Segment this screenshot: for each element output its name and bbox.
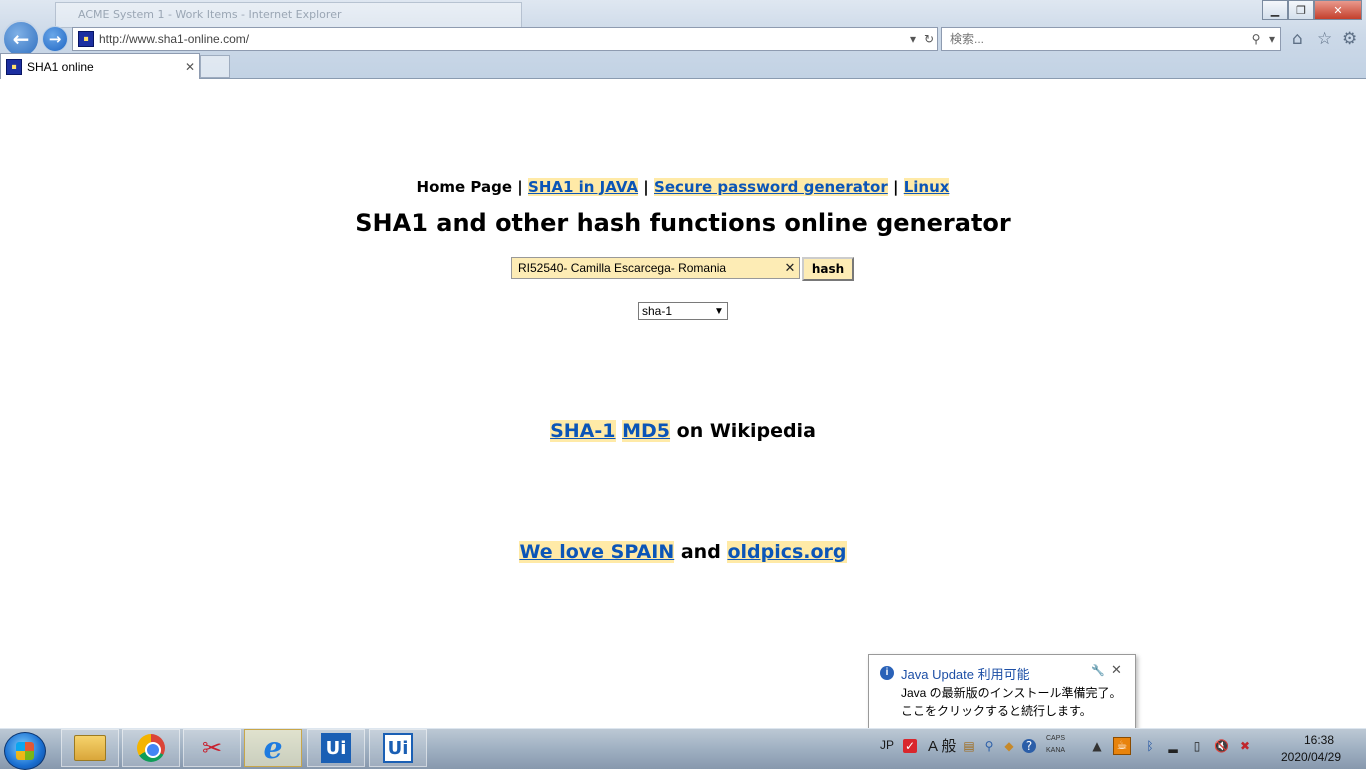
nav-link-linux[interactable]: Linux (903, 178, 950, 196)
wikipedia-links: SHA-1 MD5 on Wikipedia (0, 420, 1366, 442)
bluetooth-icon[interactable]: ᛒ (1143, 739, 1157, 753)
ime-pad-icon[interactable]: ✓ (903, 739, 917, 753)
algorithm-select[interactable]: sha-1 ▼ (638, 302, 728, 320)
search-icon[interactable]: ⚲ (1248, 32, 1264, 46)
nav-separator: | (517, 178, 523, 196)
close-tab-icon[interactable]: ✕ (181, 60, 199, 74)
footer-and: and (680, 541, 721, 563)
dropdown-arrow-icon[interactable]: ▾ (905, 32, 921, 46)
search-box[interactable]: ⚲ ▾ (941, 27, 1281, 51)
ime-box-icon[interactable]: ◆ (1002, 739, 1016, 753)
arrow-left-icon: ← (12, 27, 30, 51)
start-button[interactable] (4, 732, 46, 770)
close-icon[interactable]: ✕ (1111, 662, 1122, 678)
taskbar-snipping-tool[interactable]: ✂ (183, 729, 241, 767)
notification-title: Java Update 利用可能 (901, 667, 1030, 682)
favorites-star-icon[interactable]: ☆ (1317, 29, 1332, 49)
clock-date[interactable]: 2020/04/29 (1270, 750, 1352, 764)
chrome-icon (137, 734, 165, 762)
nav-separator: | (892, 178, 899, 196)
ime-tool-icon[interactable]: ⚲ (982, 739, 996, 753)
java-update-icon[interactable]: ☕ (1113, 737, 1131, 755)
language-indicator[interactable]: JP (880, 738, 894, 752)
web-page: Home Page | SHA1 in JAVA | Secure passwo… (0, 79, 1366, 728)
nav-separator: | (643, 178, 649, 196)
link-we-love-spain[interactable]: We love SPAIN (519, 541, 675, 563)
uipath-outline-icon: Ui (383, 733, 413, 763)
new-tab-button[interactable] (200, 55, 230, 78)
wikipedia-suffix: on Wikipedia (676, 420, 816, 442)
search-dropdown-icon[interactable]: ▾ (1264, 32, 1280, 46)
nav-link-password-generator[interactable]: Secure password generator (654, 178, 888, 196)
hash-input[interactable] (512, 260, 781, 276)
maximize-button[interactable]: ❐ (1288, 0, 1314, 20)
tab-label: SHA1 online (27, 59, 94, 74)
caps-indicator: CAPS (1046, 735, 1066, 742)
show-hidden-icons[interactable]: ▲ (1090, 739, 1104, 753)
site-favicon-icon: ◼ (78, 31, 94, 47)
ime-dictionary-icon[interactable]: ▤ (962, 739, 976, 753)
taskbar-uipath-robot[interactable]: Ui (369, 729, 427, 767)
top-navigation: Home Page | SHA1 in JAVA | Secure passwo… (0, 178, 1366, 196)
minimize-button[interactable]: ▁ (1262, 0, 1288, 20)
java-update-notification[interactable]: i Java Update 利用可能 🔧 ✕ Java の最新版のインストール準… (868, 654, 1136, 737)
hash-button[interactable]: hash (802, 257, 854, 281)
link-sha1-wikipedia[interactable]: SHA-1 (550, 420, 616, 442)
windows-logo-icon (16, 742, 34, 760)
tab-sha1-online[interactable]: ◼ SHA1 online ✕ (0, 53, 200, 79)
power-plug-icon[interactable]: ▯ (1190, 739, 1204, 753)
algorithm-selected-value: sha-1 (642, 304, 673, 318)
gear-icon[interactable]: ⚙ (1342, 29, 1357, 49)
taskbar-chrome[interactable] (122, 729, 180, 767)
refresh-icon[interactable]: ↻ (921, 32, 937, 46)
wrench-icon[interactable]: 🔧 (1091, 664, 1105, 677)
help-icon[interactable]: ? (1022, 739, 1036, 753)
clear-input-icon[interactable]: ✕ (781, 261, 799, 276)
taskbar-uipath-studio[interactable]: Ui (307, 729, 365, 767)
tab-favicon-icon: ◼ (6, 58, 22, 75)
forward-button[interactable]: → (42, 26, 68, 52)
signal-bars-icon[interactable]: ▂ (1166, 739, 1180, 753)
kana-indicator: KANA (1046, 747, 1066, 754)
footer-links: We love SPAIN and oldpics.org (0, 541, 1366, 563)
hash-form: ✕ hash (511, 257, 854, 281)
background-window: ACME System 1 - Work Items - Internet Ex… (55, 2, 522, 28)
link-md5-wikipedia[interactable]: MD5 (622, 420, 671, 442)
notification-line-1: Java の最新版のインストール準備完了。 (901, 686, 1122, 700)
uipath-icon: Ui (321, 733, 351, 763)
search-input[interactable] (948, 31, 1248, 47)
notification-line-2: ここをクリックすると続行します。 (901, 704, 1092, 718)
clock-time[interactable]: 16:38 (1283, 733, 1355, 747)
address-bar[interactable]: ◼ http://www.sha1-online.com/ ▾ ↻ (72, 27, 938, 51)
nav-home-page: Home Page (416, 178, 513, 196)
chevron-down-icon: ▼ (714, 305, 724, 317)
close-window-button[interactable]: ✕ (1314, 0, 1362, 20)
taskbar-internet-explorer[interactable]: e (244, 729, 302, 767)
ime-mode-indicator[interactable]: A 般 (928, 735, 956, 756)
arrow-right-icon: → (48, 30, 62, 48)
link-oldpics[interactable]: oldpics.org (727, 541, 847, 563)
info-icon: i (880, 666, 894, 680)
scissors-icon: ✂ (201, 734, 223, 762)
taskbar-explorer[interactable] (61, 729, 119, 767)
internet-explorer-icon: e (263, 730, 283, 766)
volume-muted-icon[interactable]: 🔇 (1214, 739, 1229, 753)
nav-link-sha1-java[interactable]: SHA1 in JAVA (528, 178, 639, 196)
page-title: SHA1 and other hash functions online gen… (355, 209, 1011, 237)
folder-icon (74, 735, 106, 761)
network-error-icon[interactable]: ✖ (1238, 739, 1252, 753)
background-window-title: ACME System 1 - Work Items - Internet Ex… (78, 8, 342, 21)
url-text[interactable]: http://www.sha1-online.com/ (99, 32, 905, 46)
hash-input-field[interactable]: ✕ (511, 257, 800, 279)
home-icon[interactable]: ⌂ (1292, 29, 1303, 49)
